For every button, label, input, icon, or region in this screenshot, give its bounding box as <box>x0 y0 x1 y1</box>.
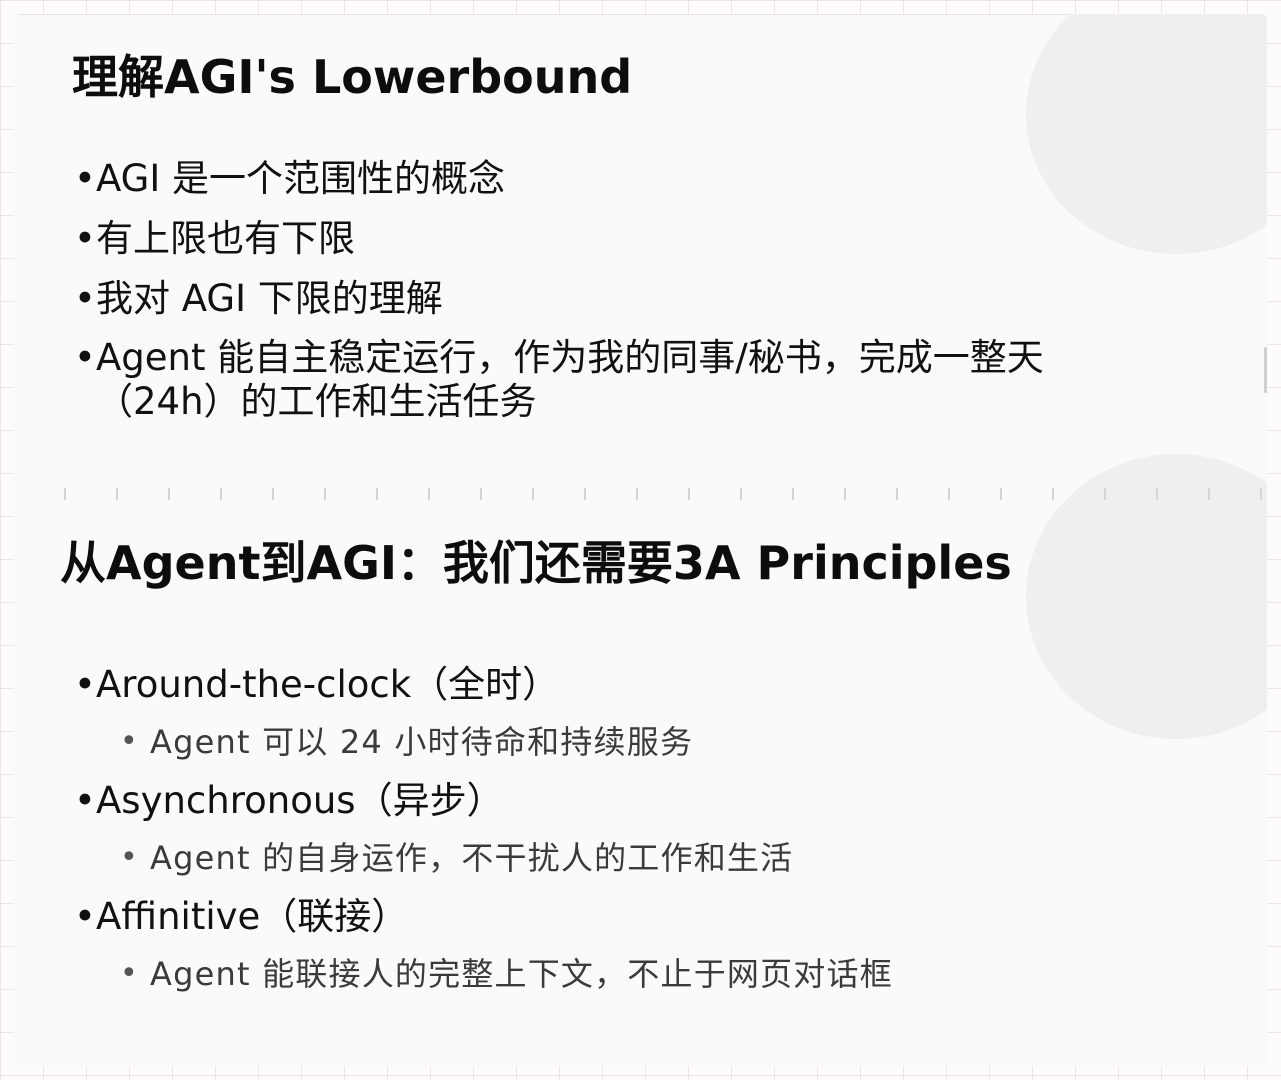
principle-name: Around-the-clock（全时） <box>96 663 560 706</box>
bullet-dot-icon: • <box>74 779 96 822</box>
list-item: • AGI 是一个范围性的概念 <box>72 156 1132 202</box>
lowerbound-bullet-list: • AGI 是一个范围性的概念 • 有上限也有下限 • 我对 AGI 下限的理解 • A… <box>72 156 1132 424</box>
principles-list: • Around-the-clock（全时） • Agent 可以 24 小时待… <box>72 662 1232 1010</box>
list-item-text: AGI 是一个范围性的概念 <box>96 157 506 200</box>
bullet-dot-icon: • <box>74 336 96 379</box>
bullet-dot-icon: • <box>74 157 96 200</box>
list-item-text: 有上限也有下限 <box>96 217 355 260</box>
section-title-3a-principles: 从Agent到AGI：我们还需要3A Principles <box>60 536 1012 590</box>
bullet-dot-icon: • <box>74 277 96 320</box>
principle-detail-text: Agent 能联接人的完整上下文，不止于网页对话框 <box>150 955 893 993</box>
scroll-handle[interactable] <box>1264 347 1267 393</box>
slide-sheet: 理解AGI's Lowerbound • AGI 是一个范围性的概念 • 有上限也有… <box>14 14 1267 1066</box>
list-item-text: Agent 能自主稳定运行，作为我的同事/秘书，完成一整天（24h）的工作和生活… <box>96 336 1044 423</box>
principle-name: Asynchronous（异步） <box>96 779 504 822</box>
principle-detail: • Agent 能联接人的完整上下文，不止于网页对话框 <box>120 954 1232 994</box>
list-item: • Agent 能自主稳定运行，作为我的同事/秘书，完成一整天（24h）的工作和生… <box>72 336 1132 424</box>
principle-detail-text: Agent 的自身运作，不干扰人的工作和生活 <box>150 839 794 877</box>
principle-item: • Asynchronous（异步） • Agent 的自身运作，不干扰人的工作… <box>72 778 1232 878</box>
principle-item: • Affinitive（联接） • Agent 能联接人的完整上下文，不止于网… <box>72 894 1232 994</box>
sub-bullet-dot-icon: • <box>120 840 139 875</box>
section-title-lowerbound: 理解AGI's Lowerbound <box>72 50 633 104</box>
bullet-dot-icon: • <box>74 663 96 706</box>
list-item: • 我对 AGI 下限的理解 <box>72 276 1132 322</box>
principle-detail: • Agent 的自身运作，不干扰人的工作和生活 <box>120 838 1232 878</box>
bullet-dot-icon: • <box>74 217 96 260</box>
list-item: • 有上限也有下限 <box>72 216 1132 262</box>
sub-bullet-dot-icon: • <box>120 956 139 991</box>
principle-item: • Around-the-clock（全时） • Agent 可以 24 小时待… <box>72 662 1232 762</box>
list-item-text: 我对 AGI 下限的理解 <box>96 277 443 320</box>
section-divider <box>14 488 1267 500</box>
principle-name: Affinitive（联接） <box>96 895 409 938</box>
principle-detail-text: Agent 可以 24 小时待命和持续服务 <box>150 723 694 761</box>
sub-bullet-dot-icon: • <box>120 724 139 759</box>
principle-detail: • Agent 可以 24 小时待命和持续服务 <box>120 722 1232 762</box>
bullet-dot-icon: • <box>74 895 96 938</box>
